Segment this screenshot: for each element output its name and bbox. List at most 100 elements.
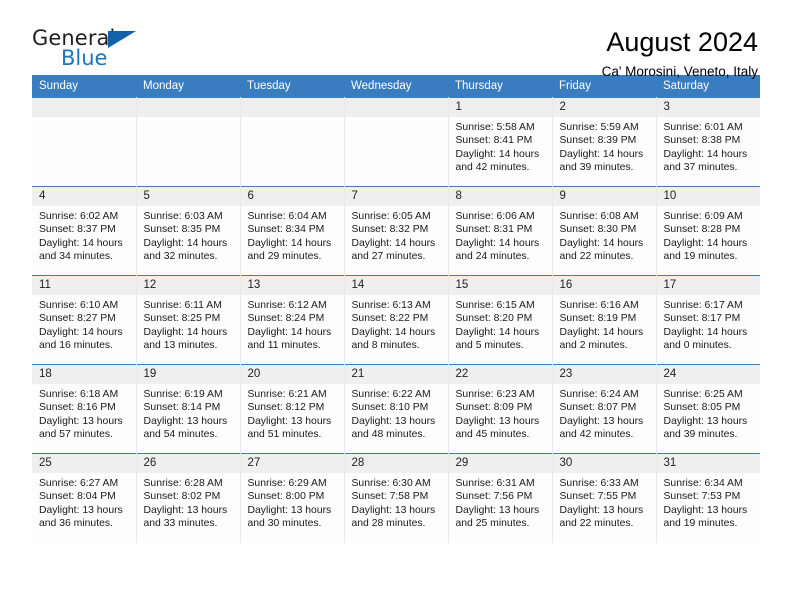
- sunrise-text: Sunrise: 6:11 AM: [143, 300, 222, 311]
- sunrise-text: Sunrise: 6:24 AM: [559, 389, 639, 400]
- sunset-text: Sunset: 7:58 PM: [351, 491, 429, 503]
- sunrise-text: Sunrise: 6:29 AM: [247, 478, 327, 489]
- sunset-text: Sunset: 8:22 PM: [351, 313, 429, 325]
- sunrise-text: Sunrise: 6:15 AM: [455, 300, 535, 311]
- daylight-text: Daylight: 14 hours and 16 minutes.: [39, 326, 123, 352]
- sunrise-text: Sunrise: 6:05 AM: [351, 211, 431, 222]
- daylight-text: Daylight: 13 hours and 57 minutes.: [39, 415, 123, 441]
- calendar-day-cell[interactable]: 25 Sunrise: 6:27 AM Sunset: 8:04 PM Dayl…: [32, 453, 137, 543]
- day-number: 6: [240, 187, 344, 206]
- sunset-text: Sunset: 8:32 PM: [351, 224, 429, 236]
- calendar-day-cell[interactable]: 24 Sunrise: 6:25 AM Sunset: 8:05 PM Dayl…: [656, 364, 761, 454]
- day-details: Sunrise: 6:34 AM Sunset: 7:53 PM Dayligh…: [657, 473, 761, 531]
- day-details: Sunrise: 6:01 AM Sunset: 8:38 PM Dayligh…: [657, 117, 761, 175]
- weekday-header-tuesday: Tuesday: [240, 75, 344, 98]
- day-number: 18: [32, 365, 136, 384]
- calendar-day-cell[interactable]: 6 Sunrise: 6:04 AM Sunset: 8:34 PM Dayli…: [240, 186, 345, 276]
- calendar-day-cell[interactable]: 23 Sunrise: 6:24 AM Sunset: 8:07 PM Dayl…: [552, 364, 657, 454]
- calendar-day-cell[interactable]: 8 Sunrise: 6:06 AM Sunset: 8:31 PM Dayli…: [448, 186, 553, 276]
- calendar-day-cell[interactable]: 5 Sunrise: 6:03 AM Sunset: 8:35 PM Dayli…: [136, 186, 241, 276]
- calendar-day-cell[interactable]: [344, 97, 449, 187]
- sunrise-text: Sunrise: 6:01 AM: [663, 122, 743, 133]
- day-details: Sunrise: 6:13 AM Sunset: 8:22 PM Dayligh…: [345, 295, 448, 353]
- sunrise-text: Sunrise: 6:33 AM: [559, 478, 639, 489]
- sunset-text: Sunset: 8:09 PM: [455, 402, 533, 414]
- sunrise-text: Sunrise: 6:28 AM: [143, 478, 223, 489]
- calendar-day-cell[interactable]: 7 Sunrise: 6:05 AM Sunset: 8:32 PM Dayli…: [344, 186, 449, 276]
- calendar-week-row: 18 Sunrise: 6:18 AM Sunset: 8:16 PM Dayl…: [32, 364, 761, 454]
- calendar-day-cell[interactable]: 29 Sunrise: 6:31 AM Sunset: 7:56 PM Dayl…: [448, 453, 553, 543]
- calendar-day-cell[interactable]: 19 Sunrise: 6:19 AM Sunset: 8:14 PM Dayl…: [136, 364, 241, 454]
- sunset-text: Sunset: 7:55 PM: [559, 491, 637, 503]
- day-details: Sunrise: 6:29 AM Sunset: 8:00 PM Dayligh…: [241, 473, 344, 531]
- sunrise-text: Sunrise: 6:04 AM: [247, 211, 327, 222]
- sunset-text: Sunset: 8:27 PM: [39, 313, 116, 325]
- calendar-day-cell[interactable]: 14 Sunrise: 6:13 AM Sunset: 8:22 PM Dayl…: [344, 275, 449, 365]
- daylight-text: Daylight: 14 hours and 22 minutes.: [559, 237, 644, 263]
- calendar-day-cell[interactable]: 11 Sunrise: 6:10 AM Sunset: 8:27 PM Dayl…: [32, 275, 137, 365]
- calendar-day-cell[interactable]: 22 Sunrise: 6:23 AM Sunset: 8:09 PM Dayl…: [448, 364, 553, 454]
- sunrise-text: Sunrise: 6:27 AM: [39, 478, 119, 489]
- day-details: Sunrise: 6:10 AM Sunset: 8:27 PM Dayligh…: [32, 295, 136, 353]
- calendar-day-cell[interactable]: [32, 97, 137, 187]
- page-header: General Blue August 2024 Ca' Morosini, V…: [32, 0, 760, 80]
- weekday-header-sunday: Sunday: [32, 75, 136, 98]
- calendar-day-cell[interactable]: 28 Sunrise: 6:30 AM Sunset: 7:58 PM Dayl…: [344, 453, 449, 543]
- calendar-day-cell[interactable]: 1 Sunrise: 5:58 AM Sunset: 8:41 PM Dayli…: [448, 97, 553, 187]
- daylight-text: Daylight: 14 hours and 13 minutes.: [143, 326, 228, 352]
- sunset-text: Sunset: 8:19 PM: [559, 313, 637, 325]
- calendar-day-cell[interactable]: 18 Sunrise: 6:18 AM Sunset: 8:16 PM Dayl…: [32, 364, 137, 454]
- calendar-day-cell[interactable]: 30 Sunrise: 6:33 AM Sunset: 7:55 PM Dayl…: [552, 453, 657, 543]
- day-number: 23: [552, 365, 656, 384]
- calendar-day-cell[interactable]: 15 Sunrise: 6:15 AM Sunset: 8:20 PM Dayl…: [448, 275, 553, 365]
- sunrise-text: Sunrise: 6:03 AM: [143, 211, 223, 222]
- general-blue-logo[interactable]: General Blue: [32, 28, 152, 74]
- sunset-text: Sunset: 8:31 PM: [455, 224, 533, 236]
- calendar-day-cell[interactable]: 20 Sunrise: 6:21 AM Sunset: 8:12 PM Dayl…: [240, 364, 345, 454]
- sunset-text: Sunset: 8:17 PM: [663, 313, 741, 325]
- logo-triangle-icon: [108, 31, 136, 48]
- daylight-text: Daylight: 14 hours and 29 minutes.: [247, 237, 332, 263]
- sunrise-text: Sunrise: 6:21 AM: [247, 389, 327, 400]
- calendar-day-cell[interactable]: 27 Sunrise: 6:29 AM Sunset: 8:00 PM Dayl…: [240, 453, 345, 543]
- calendar-day-cell[interactable]: 12 Sunrise: 6:11 AM Sunset: 8:25 PM Dayl…: [136, 275, 241, 365]
- day-number: 19: [136, 365, 240, 384]
- calendar-day-cell[interactable]: 9 Sunrise: 6:08 AM Sunset: 8:30 PM Dayli…: [552, 186, 657, 276]
- calendar-day-cell[interactable]: 2 Sunrise: 5:59 AM Sunset: 8:39 PM Dayli…: [552, 97, 657, 187]
- day-details: Sunrise: 6:30 AM Sunset: 7:58 PM Dayligh…: [345, 473, 448, 531]
- calendar-day-cell[interactable]: [136, 97, 241, 187]
- calendar-day-cell[interactable]: 4 Sunrise: 6:02 AM Sunset: 8:37 PM Dayli…: [32, 186, 137, 276]
- day-number: 15: [448, 276, 552, 295]
- sunset-text: Sunset: 8:05 PM: [663, 402, 741, 414]
- calendar-day-cell[interactable]: 17 Sunrise: 6:17 AM Sunset: 8:17 PM Dayl…: [656, 275, 760, 365]
- calendar-day-cell[interactable]: 16 Sunrise: 6:16 AM Sunset: 8:19 PM Dayl…: [552, 275, 657, 365]
- calendar-day-cell[interactable]: 10 Sunrise: 6:09 AM Sunset: 8:28 PM Dayl…: [656, 186, 760, 276]
- calendar-day-cell[interactable]: 31 Sunrise: 6:34 AM Sunset: 7:53 PM Dayl…: [656, 453, 761, 543]
- weekday-header-thursday: Thursday: [448, 75, 552, 98]
- day-details: Sunrise: 6:25 AM Sunset: 8:05 PM Dayligh…: [657, 384, 761, 442]
- day-number: 26: [136, 454, 240, 473]
- day-number: [32, 98, 136, 117]
- day-details: Sunrise: 6:04 AM Sunset: 8:34 PM Dayligh…: [241, 206, 344, 264]
- daylight-text: Daylight: 14 hours and 11 minutes.: [247, 326, 332, 352]
- daylight-text: Daylight: 13 hours and 39 minutes.: [663, 415, 748, 441]
- day-number: [136, 98, 240, 117]
- day-details: Sunrise: 6:18 AM Sunset: 8:16 PM Dayligh…: [32, 384, 136, 442]
- sunrise-text: Sunrise: 5:58 AM: [455, 122, 535, 133]
- day-number: 14: [344, 276, 448, 295]
- sunset-text: Sunset: 8:25 PM: [143, 313, 221, 325]
- day-details: Sunrise: 6:11 AM Sunset: 8:25 PM Dayligh…: [137, 295, 240, 353]
- sunset-text: Sunset: 8:16 PM: [39, 402, 116, 414]
- calendar-day-cell[interactable]: [240, 97, 345, 187]
- calendar-day-cell[interactable]: 26 Sunrise: 6:28 AM Sunset: 8:02 PM Dayl…: [136, 453, 241, 543]
- daylight-text: Daylight: 14 hours and 0 minutes.: [663, 326, 748, 352]
- calendar-day-cell[interactable]: 21 Sunrise: 6:22 AM Sunset: 8:10 PM Dayl…: [344, 364, 449, 454]
- day-details: Sunrise: 6:06 AM Sunset: 8:31 PM Dayligh…: [449, 206, 552, 264]
- sunset-text: Sunset: 8:37 PM: [39, 224, 116, 236]
- day-details: Sunrise: 6:15 AM Sunset: 8:20 PM Dayligh…: [449, 295, 552, 353]
- sunset-text: Sunset: 8:10 PM: [351, 402, 429, 414]
- day-details: Sunrise: 6:22 AM Sunset: 8:10 PM Dayligh…: [345, 384, 448, 442]
- daylight-text: Daylight: 13 hours and 42 minutes.: [559, 415, 644, 441]
- calendar-day-cell[interactable]: 13 Sunrise: 6:12 AM Sunset: 8:24 PM Dayl…: [240, 275, 345, 365]
- calendar-day-cell[interactable]: 3 Sunrise: 6:01 AM Sunset: 8:38 PM Dayli…: [656, 97, 761, 187]
